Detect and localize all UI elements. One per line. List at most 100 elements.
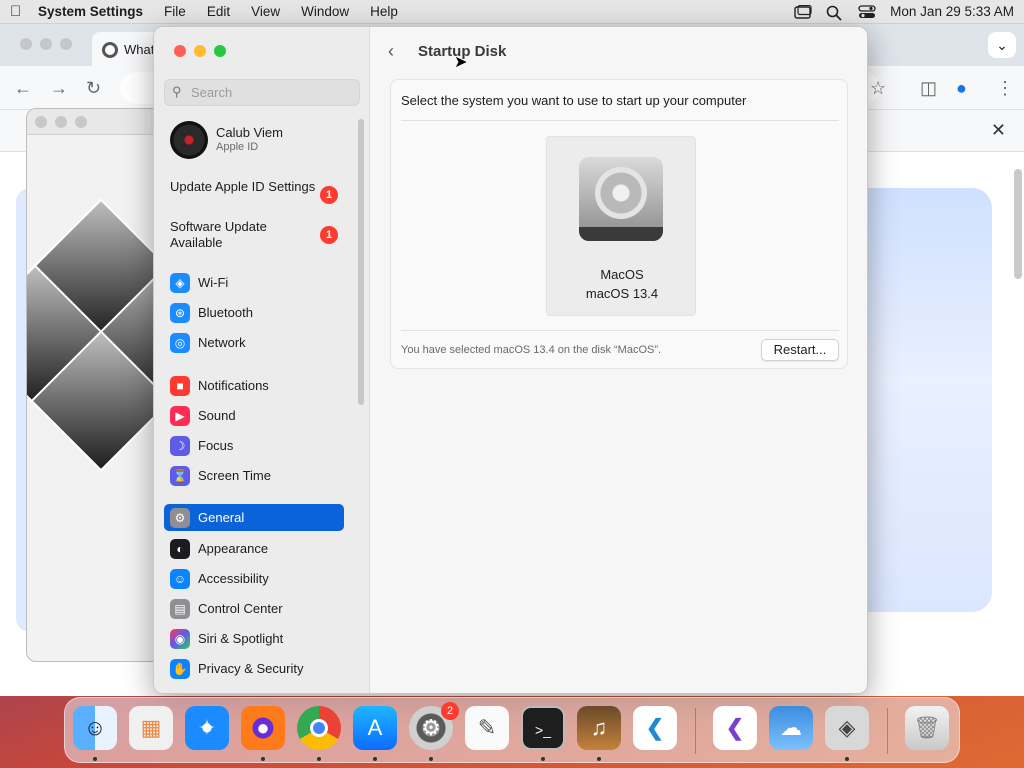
startup-disk-option[interactable]: MacOS macOS 13.4 — [546, 136, 696, 316]
menu-window[interactable]: Window — [301, 4, 349, 19]
firefox-icon[interactable]: ● — [241, 706, 285, 750]
minimize-button[interactable] — [194, 45, 206, 57]
sidebar-item-network[interactable]: ◎ Network — [164, 329, 344, 356]
close-button[interactable] — [174, 45, 186, 57]
boot-camp-close-button[interactable] — [35, 116, 47, 128]
chrome-zoom-button[interactable] — [60, 38, 72, 50]
trash-icon[interactable]: 🗑 — [905, 706, 949, 750]
bluetooth-icon: ⊛ — [170, 302, 190, 323]
chrome-close-button[interactable] — [20, 38, 32, 50]
menu-app-name[interactable]: System Settings — [38, 4, 143, 19]
mouse-pointer-icon: ➤ — [454, 54, 468, 71]
bookmark-star-icon[interactable]: ☆ — [870, 78, 886, 99]
sidebar-item-accessibility[interactable]: ☺ Accessibility — [164, 565, 344, 592]
appearance-icon: ◐ — [170, 538, 190, 559]
sidebar-item-notifications[interactable]: ■ Notifications — [164, 372, 344, 399]
hard-drive-icon — [579, 157, 663, 241]
reload-icon[interactable]: ↻ — [86, 78, 101, 99]
safari-icon[interactable]: ✧ — [185, 706, 229, 750]
sidebar-item-privacy-security[interactable]: ✋ Privacy & Security — [164, 655, 344, 682]
boot-camp-window — [26, 108, 166, 662]
menu-help[interactable]: Help — [370, 4, 398, 19]
sidebar-scrollbar[interactable] — [358, 119, 364, 405]
launchpad-icon[interactable]: ▦ — [129, 706, 173, 750]
notice-badge: 1 — [320, 226, 338, 244]
menu-edit[interactable]: Edit — [207, 4, 230, 19]
sidebar-item-label: Accessibility — [198, 571, 269, 586]
control-center-icon[interactable] — [858, 4, 876, 19]
sidebar-item-control-center[interactable]: ▤ Control Center — [164, 595, 344, 622]
dock-separator — [887, 708, 888, 754]
back-chevron-icon[interactable]: ‹ — [388, 41, 394, 62]
account-name: Calub Viem — [216, 125, 283, 140]
globe-icon: ◎ — [170, 332, 190, 353]
sidebar-item-label: Control Center — [198, 601, 283, 616]
apple-id-account[interactable]: Calub Viem Apple ID — [170, 121, 360, 161]
sidebar-item-general[interactable]: ⚙ General — [164, 504, 344, 531]
control-center-icon: ▤ — [170, 598, 190, 619]
window-controls — [174, 45, 226, 57]
sidebar-item-focus[interactable]: ☽ Focus — [164, 432, 344, 459]
profile-icon[interactable]: ● — [956, 78, 967, 99]
settings-sidebar: ⚲ Search Calub Viem Apple ID Update Appl… — [154, 27, 370, 693]
sidebar-item-label: Notifications — [198, 378, 269, 393]
disk-name: MacOS — [600, 267, 644, 282]
stage-manager-icon[interactable] — [794, 4, 812, 19]
boot-camp-assistant-icon[interactable]: ◈ — [825, 706, 869, 750]
dock-separator — [695, 708, 696, 754]
system-settings-window: ⚲ Search Calub Viem Apple ID Update Appl… — [153, 26, 868, 694]
side-panel-icon[interactable]: ◫ — [920, 78, 937, 99]
settings-main-pane: ‹ Startup Disk Select the system you wan… — [370, 27, 867, 693]
gear-icon: ⚙ — [170, 507, 190, 528]
running-indicator — [93, 757, 97, 761]
spotlight-search-icon[interactable] — [826, 5, 844, 21]
textedit-icon[interactable]: ✎ — [465, 706, 509, 750]
chrome-minimize-button[interactable] — [40, 38, 52, 50]
hand-icon: ✋ — [170, 658, 190, 679]
startup-disk-panel: Select the system you want to use to sta… — [390, 79, 848, 369]
chevron-down-icon[interactable]: ⌄ — [988, 32, 1016, 58]
sidebar-item-label: Bluetooth — [198, 305, 253, 320]
visual-studio-icon[interactable]: ❮ — [713, 706, 757, 750]
vscode-icon[interactable]: ❮ — [633, 706, 677, 750]
back-arrow-icon[interactable]: ← — [14, 78, 32, 99]
sidebar-item-siri-spotlight[interactable]: ◉ Siri & Spotlight — [164, 625, 344, 652]
terminal-icon[interactable]: >_ — [521, 706, 565, 750]
more-menu-icon[interactable]: ⋮ — [996, 78, 1014, 99]
search-input[interactable]: ⚲ Search — [164, 79, 360, 106]
finder-icon[interactable]: ☺ — [73, 706, 117, 750]
sidebar-item-label: Focus — [198, 438, 234, 453]
sidebar-item-label: Appearance — [198, 541, 269, 556]
boot-camp-zoom-button[interactable] — [75, 116, 87, 128]
siri-icon: ◉ — [170, 628, 190, 649]
notice-badge: 1 — [320, 186, 338, 204]
boot-camp-titlebar — [27, 109, 165, 135]
sidebar-item-appearance[interactable]: ◐ Appearance — [164, 535, 344, 562]
menubar-clock[interactable]: Mon Jan 29 5:33 AM — [890, 4, 1014, 19]
boot-camp-minimize-button[interactable] — [55, 116, 67, 128]
sidebar-item-label: Wi-Fi — [198, 275, 229, 290]
search-icon: ⚲ — [172, 84, 182, 99]
close-icon[interactable]: ✕ — [991, 120, 1006, 141]
sidebar-item-wifi[interactable]: ◈ Wi-Fi — [164, 269, 344, 296]
chrome-scrollbar[interactable] — [1014, 169, 1022, 279]
sidebar-item-sound[interactable]: ▶ Sound — [164, 402, 344, 429]
restart-button[interactable]: Restart... — [761, 339, 839, 361]
search-placeholder: Search — [191, 85, 233, 100]
app-store-icon[interactable]: A — [353, 706, 397, 750]
update-apple-id-notice[interactable]: Update Apple ID Settings — [170, 179, 320, 195]
forward-arrow-icon[interactable]: → — [50, 78, 68, 99]
divider — [401, 330, 839, 331]
software-update-notice[interactable]: Software Update Available — [170, 219, 320, 251]
avatar — [170, 121, 208, 159]
apple-menu-icon[interactable]:  — [10, 3, 38, 20]
chrome-icon[interactable] — [297, 706, 341, 750]
menu-view[interactable]: View — [251, 4, 280, 19]
menu-file[interactable]: File — [164, 4, 186, 19]
zoom-button[interactable] — [214, 45, 226, 57]
weather-icon[interactable]: ☁ — [769, 706, 813, 750]
sidebar-item-bluetooth[interactable]: ⊛ Bluetooth — [164, 299, 344, 326]
garageband-icon[interactable]: ♫ — [577, 706, 621, 750]
startup-instruction: Select the system you want to use to sta… — [401, 93, 747, 108]
sidebar-item-screen-time[interactable]: ⌛ Screen Time — [164, 462, 344, 489]
